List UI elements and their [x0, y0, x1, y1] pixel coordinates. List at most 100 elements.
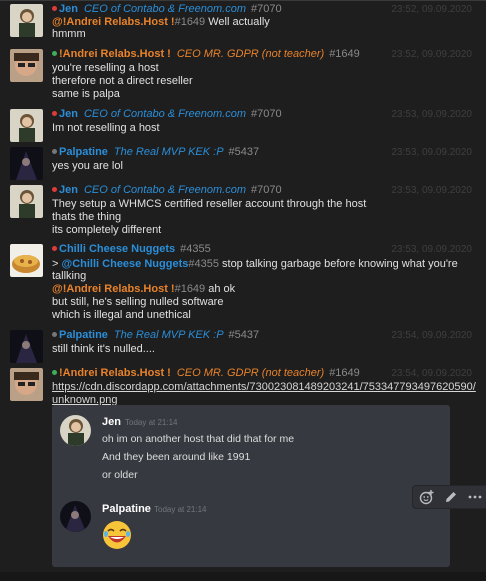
- attachment-link[interactable]: https://cdn.discordapp.com/attachments/7…: [52, 381, 476, 393]
- status-dot: [52, 148, 57, 154]
- username[interactable]: Jen: [59, 184, 78, 196]
- more-icon[interactable]: [467, 489, 483, 505]
- username[interactable]: Palpatine: [59, 146, 108, 158]
- message-header: Chilli Cheese Nuggets #4355: [52, 243, 211, 256]
- username[interactable]: Jen: [59, 108, 78, 120]
- timestamp: 23:52, 09.09.2020: [391, 4, 472, 15]
- pencil-icon[interactable]: [443, 489, 459, 505]
- message-line: you're reselling a host: [52, 62, 159, 74]
- username[interactable]: Chilli Cheese Nuggets: [59, 243, 175, 255]
- user-role: CEO of Contabo & Freenom.com: [83, 108, 246, 120]
- embed-message-line: And they been around like 1991: [102, 451, 251, 463]
- quote-text: stop talking garbage before knowing what…: [218, 258, 458, 270]
- timestamp: 23:52, 09.09.2020: [391, 49, 472, 60]
- user-role: The Real MVP KEK :P: [113, 146, 224, 158]
- quote-line: tallking: [52, 270, 87, 282]
- laughing-emoji-icon: [100, 519, 134, 551]
- message-toolbar: [412, 485, 486, 509]
- user-role: CEO of Contabo & Freenom.com: [83, 184, 246, 196]
- user-discriminator: #1649: [329, 367, 360, 379]
- message-line: Im not reselling a host: [52, 122, 160, 134]
- message-line: @!Andrei Relabs.Host !#1649 ah ok: [52, 283, 235, 295]
- username[interactable]: Palpatine: [59, 329, 108, 341]
- embed-avatar-jen: [60, 415, 91, 446]
- timestamp: 23:53, 09.09.2020: [391, 147, 472, 158]
- timestamp: 23:53, 09.09.2020: [391, 109, 472, 120]
- chat-message: Palpatine The Real MVP KEK :P #5437 23:54,…: [0, 328, 486, 364]
- mention-discriminator: #1649: [174, 283, 206, 295]
- timestamp: 23:53, 09.09.2020: [391, 185, 472, 196]
- status-dot: [52, 110, 57, 116]
- user-discriminator: #1649: [329, 48, 360, 60]
- message-line: yes you are lol: [52, 160, 123, 172]
- status-dot: [52, 50, 57, 56]
- avatar-andrei: [10, 49, 43, 82]
- avatar-jen: [10, 4, 43, 37]
- message-header: Jen CEO of Contabo & Freenom.com #7070: [52, 108, 282, 121]
- user-role: CEO MR. GDPR (not teacher): [176, 367, 325, 379]
- mention[interactable]: @!Andrei Relabs.Host !: [52, 16, 175, 28]
- embed-message-line: or older: [102, 469, 138, 481]
- message-line: therefore not a direct reseller: [52, 75, 193, 87]
- embed-timestamp: Today at 21:14: [125, 418, 178, 427]
- message-line: still think it's nulled....: [52, 343, 155, 355]
- status-dot: [52, 331, 57, 337]
- message-text: ah ok: [205, 283, 236, 295]
- avatar-jen: [10, 185, 43, 218]
- message-line: same is palpa: [52, 88, 120, 100]
- chat-message: Palpatine The Real MVP KEK :P #5437 23:53,…: [0, 145, 486, 181]
- username[interactable]: !Andrei Relabs.Host !: [59, 48, 171, 60]
- chat-message: !Andrei Relabs.Host ! CEO MR. GDPR (not t…: [0, 366, 486, 406]
- mention-discriminator: #1649: [174, 16, 206, 28]
- status-dot: [52, 369, 57, 375]
- message-line: but still, he's selling nulled software: [52, 296, 224, 308]
- embed-username: Palpatine: [102, 503, 151, 515]
- status-dot: [52, 5, 57, 11]
- chat-message: Jen CEO of Contabo & Freenom.com #7070 23:…: [0, 107, 486, 144]
- avatar-andrei: [10, 368, 43, 401]
- attachment-image[interactable]: Jen Today at 21:14 oh im on another host…: [52, 405, 486, 567]
- user-discriminator: #7070: [250, 184, 282, 196]
- chat-message: Jen CEO of Contabo & Freenom.com #7070 23:…: [0, 2, 486, 46]
- message-header: Palpatine The Real MVP KEK :P #5437: [52, 329, 259, 342]
- chat-message: Chilli Cheese Nuggets #4355 23:53, 09.09.…: [0, 242, 486, 326]
- user-discriminator: #4355: [180, 243, 211, 255]
- quote-line: > @Chilli Cheese Nuggets#4355 stop talki…: [52, 258, 458, 270]
- message-header: !Andrei Relabs.Host ! CEO MR. GDPR (not t…: [52, 367, 360, 380]
- avatar-chilli: [10, 244, 43, 277]
- user-discriminator: #7070: [250, 3, 282, 15]
- bottom-bar: [0, 572, 486, 581]
- chat-message: Jen CEO of Contabo & Freenom.com #7070 23:…: [0, 183, 486, 241]
- status-dot: [52, 186, 57, 192]
- embed-avatar-palpatine: [60, 501, 91, 532]
- timestamp: 23:54, 09.09.2020: [391, 368, 472, 379]
- message-header: Palpatine The Real MVP KEK :P #5437: [52, 146, 259, 159]
- message-text: Well actually: [205, 16, 270, 28]
- message-line: hmmm: [52, 28, 86, 40]
- user-discriminator: #7070: [250, 108, 282, 120]
- avatar-palpatine: [10, 330, 43, 363]
- message-header: !Andrei Relabs.Host ! CEO MR. GDPR (not t…: [52, 48, 360, 61]
- add-reaction-icon[interactable]: [419, 489, 435, 505]
- timestamp: 23:53, 09.09.2020: [391, 244, 472, 255]
- top-divider: [0, 0, 486, 1]
- user-role: CEO of Contabo & Freenom.com: [83, 3, 246, 15]
- embed-timestamp: Today at 21:14: [154, 505, 207, 514]
- username[interactable]: Jen: [59, 3, 78, 15]
- user-role: CEO MR. GDPR (not teacher): [176, 48, 325, 60]
- message-line: They setup a WHMCS certified reseller ac…: [52, 198, 367, 210]
- embed-username: Jen: [102, 416, 121, 428]
- user-role: The Real MVP KEK :P: [113, 329, 224, 341]
- avatar-jen: [10, 109, 43, 142]
- mention[interactable]: @Chilli Cheese Nuggets: [61, 258, 188, 270]
- timestamp: 23:54, 09.09.2020: [391, 330, 472, 341]
- message-line: which is illegal and unethical: [52, 309, 191, 321]
- status-dot: [52, 245, 57, 251]
- embed-message-line: oh im on another host that did that for …: [102, 433, 295, 445]
- mention[interactable]: @!Andrei Relabs.Host !: [52, 283, 175, 295]
- user-discriminator: #5437: [228, 146, 260, 158]
- message-line: @!Andrei Relabs.Host !#1649 Well actuall…: [52, 16, 270, 28]
- message-header: Jen CEO of Contabo & Freenom.com #7070: [52, 184, 282, 197]
- username[interactable]: !Andrei Relabs.Host !: [59, 367, 171, 379]
- message-line: its completely different: [52, 224, 162, 236]
